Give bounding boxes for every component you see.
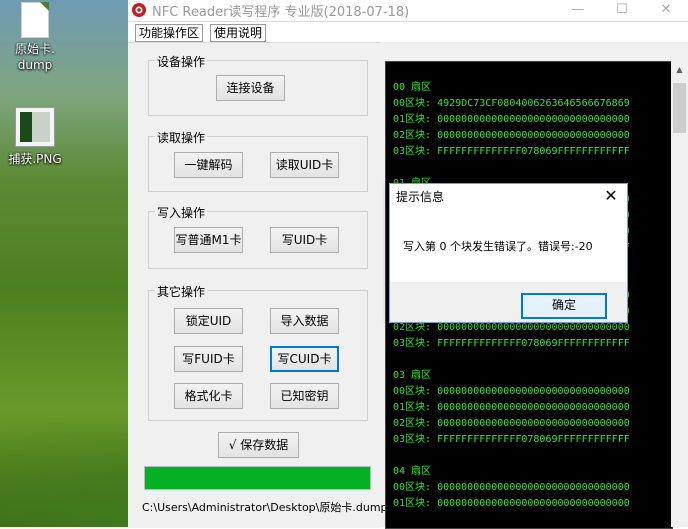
dialog-title: 提示信息 <box>396 190 445 204</box>
progress-fill <box>145 467 370 489</box>
save-data-button[interactable]: √ 保存数据 <box>218 432 299 458</box>
import-data-button[interactable]: 导入数据 <box>270 308 339 334</box>
read-uid-card-button[interactable]: 读取UID卡 <box>270 152 339 178</box>
write-uid-card-button[interactable]: 写UID卡 <box>270 227 339 253</box>
desktop-icon-label: 捕获.PNG <box>8 152 62 166</box>
ok-button[interactable]: 确定 <box>521 293 607 319</box>
desktop-file-dump[interactable]: 原始卡. dump <box>2 2 68 73</box>
title-bar[interactable]: NFC Reader读写程序 专业版(2018-07-18) — ☐ ✕ <box>128 0 688 22</box>
device-group: 设备操作 连接设备 <box>148 53 368 116</box>
console-line: 01区块: 00000000000000000000000000000000 <box>393 402 630 413</box>
desktop-file-png[interactable]: 捕获.PNG <box>2 107 68 167</box>
nfc-reader-window: NFC Reader读写程序 专业版(2018-07-18) — ☐ ✕ 功能操… <box>128 0 688 529</box>
console-line: 03 扇区 <box>393 370 432 381</box>
app-logo-icon <box>132 3 146 17</box>
one-click-decode-button[interactable]: 一键解码 <box>174 152 243 178</box>
group-title: 其它操作 <box>155 283 208 300</box>
function-panel: 设备操作 连接设备 读取操作 一键解码 读取UID卡 写入操作 写普通M1卡 写… <box>128 42 388 528</box>
maximize-button[interactable]: ☐ <box>600 0 644 21</box>
scroll-thumb[interactable] <box>673 83 686 133</box>
write-group: 写入操作 写普通M1卡 写UID卡 <box>148 204 368 269</box>
console-line: 00区块: 00000000000000000000000000000000 <box>393 482 630 493</box>
console-line: 03区块: FFFFFFFFFFFFFF078069FFFFFFFFFFFF <box>393 146 630 157</box>
connect-device-button[interactable]: 连接设备 <box>216 75 285 101</box>
status-file-path: C:\Users\Administrator\Desktop\原始卡.dump <box>142 501 388 514</box>
console-scrollbar[interactable]: ▲ <box>671 61 688 527</box>
console-line: 01区块: 00000000000000000000000000000000 <box>393 498 630 509</box>
tab-usage-instructions[interactable]: 使用说明 <box>210 24 267 42</box>
known-key-button[interactable]: 已知密钥 <box>270 383 339 409</box>
write-cuid-card-button[interactable]: 写CUID卡 <box>270 346 339 372</box>
menu-bar: 功能操作区 使用说明 <box>128 22 688 42</box>
desktop-icon-label: 原始卡. dump <box>15 42 55 72</box>
message-dialog: 提示信息 ✕ 写入第 0 个块发生错误了。错误号:-20 确定 <box>389 183 628 323</box>
window-title: NFC Reader读写程序 专业版(2018-07-18) <box>152 5 410 20</box>
console-line: 00区块: 4929DC73CF0804006263646566676869 <box>393 98 630 109</box>
dialog-body: 写入第 0 个块发生错误了。错误号:-20 <box>390 211 627 281</box>
console-line: 02区块: 00000000000000000000000000000000 <box>393 130 630 141</box>
dialog-footer: 确定 <box>390 282 627 322</box>
other-group: 其它操作 锁定UID 导入数据 写FUID卡 写CUID卡 格式化卡 已知密钥 <box>148 283 368 421</box>
close-icon[interactable]: ✕ <box>599 185 623 207</box>
close-window-button[interactable]: ✕ <box>644 0 688 21</box>
console-line: 00区块: 00000000000000000000000000000000 <box>393 386 630 397</box>
read-group: 读取操作 一键解码 读取UID卡 <box>148 129 368 192</box>
write-m1-card-button[interactable]: 写普通M1卡 <box>174 227 243 253</box>
file-icon <box>21 2 49 38</box>
console-line: 01区块: 00000000000000000000000000000000 <box>393 114 630 125</box>
tab-function-area[interactable]: 功能操作区 <box>135 24 204 42</box>
group-title: 写入操作 <box>155 204 208 221</box>
group-title: 设备操作 <box>155 53 208 70</box>
image-file-icon <box>15 107 55 147</box>
scroll-up-icon[interactable]: ▲ <box>671 61 688 78</box>
minimize-button[interactable]: — <box>556 0 600 21</box>
format-card-button[interactable]: 格式化卡 <box>174 383 243 409</box>
console-line: 03区块: FFFFFFFFFFFFFF078069FFFFFFFFFFFF <box>393 338 630 349</box>
console-line: 03区块: FFFFFFFFFFFFFF078069FFFFFFFFFFFF <box>393 434 630 445</box>
dialog-message: 写入第 0 个块发生错误了。错误号:-20 <box>403 240 593 253</box>
console-line: 02区块: 00000000000000000000000000000000 <box>393 418 630 429</box>
console-line: 00 扇区 <box>393 82 432 93</box>
group-title: 读取操作 <box>155 129 208 146</box>
write-fuid-card-button[interactable]: 写FUID卡 <box>174 346 243 372</box>
lock-uid-button[interactable]: 锁定UID <box>174 308 243 334</box>
progress-bar <box>144 466 371 490</box>
console-line: 04 扇区 <box>393 466 432 477</box>
